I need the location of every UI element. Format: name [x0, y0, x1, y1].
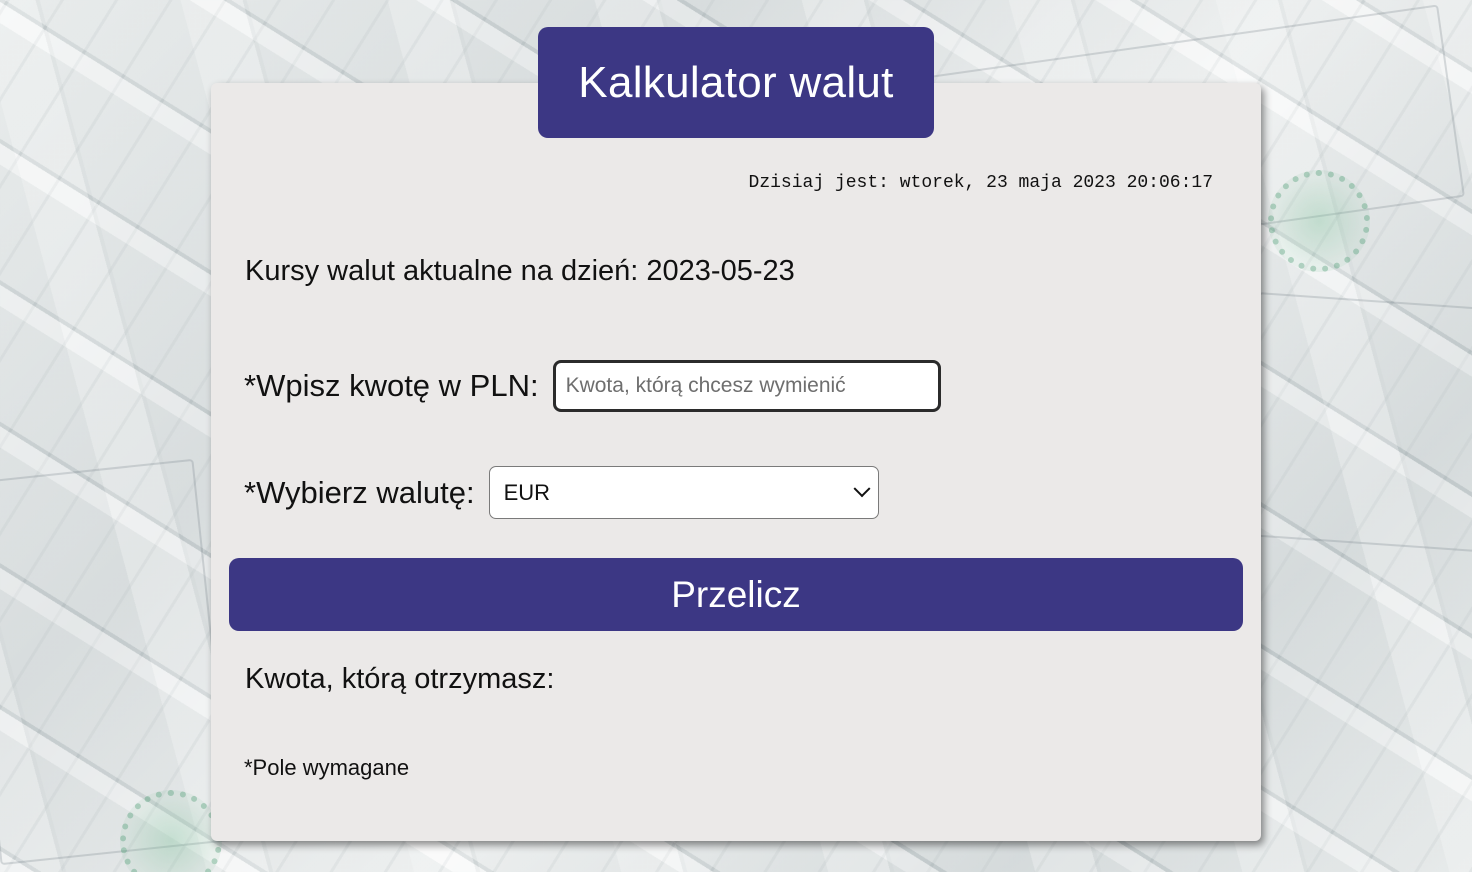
calculator-card: Dzisiaj jest: wtorek, 23 maja 2023 20:06… — [211, 83, 1261, 841]
amount-row: *Wpisz kwotę w PLN: — [244, 360, 941, 412]
app-title: Kalkulator walut — [538, 27, 934, 138]
amount-input[interactable] — [552, 360, 941, 412]
result-label: Kwota, którą otrzymasz: — [245, 663, 555, 695]
amount-label: *Wpisz kwotę w PLN: — [244, 368, 539, 403]
required-field-note: *Pole wymagane — [244, 755, 410, 780]
currency-selected-value: EUR — [503, 479, 551, 505]
rates-date-heading: Kursy walut aktualne na dzień: 2023-05-2… — [245, 255, 795, 287]
current-datetime: Dzisiaj jest: wtorek, 23 maja 2023 20:06… — [748, 173, 1213, 193]
currency-label: *Wybierz walutę: — [244, 474, 475, 510]
currency-select[interactable]: EUR — [488, 466, 879, 519]
currency-row: *Wybierz walutę: EUR — [244, 466, 879, 519]
background-seal — [1268, 170, 1370, 272]
convert-button[interactable]: Przelicz — [229, 558, 1243, 631]
background-banknote — [1241, 292, 1472, 552]
chevron-down-icon — [853, 479, 871, 497]
